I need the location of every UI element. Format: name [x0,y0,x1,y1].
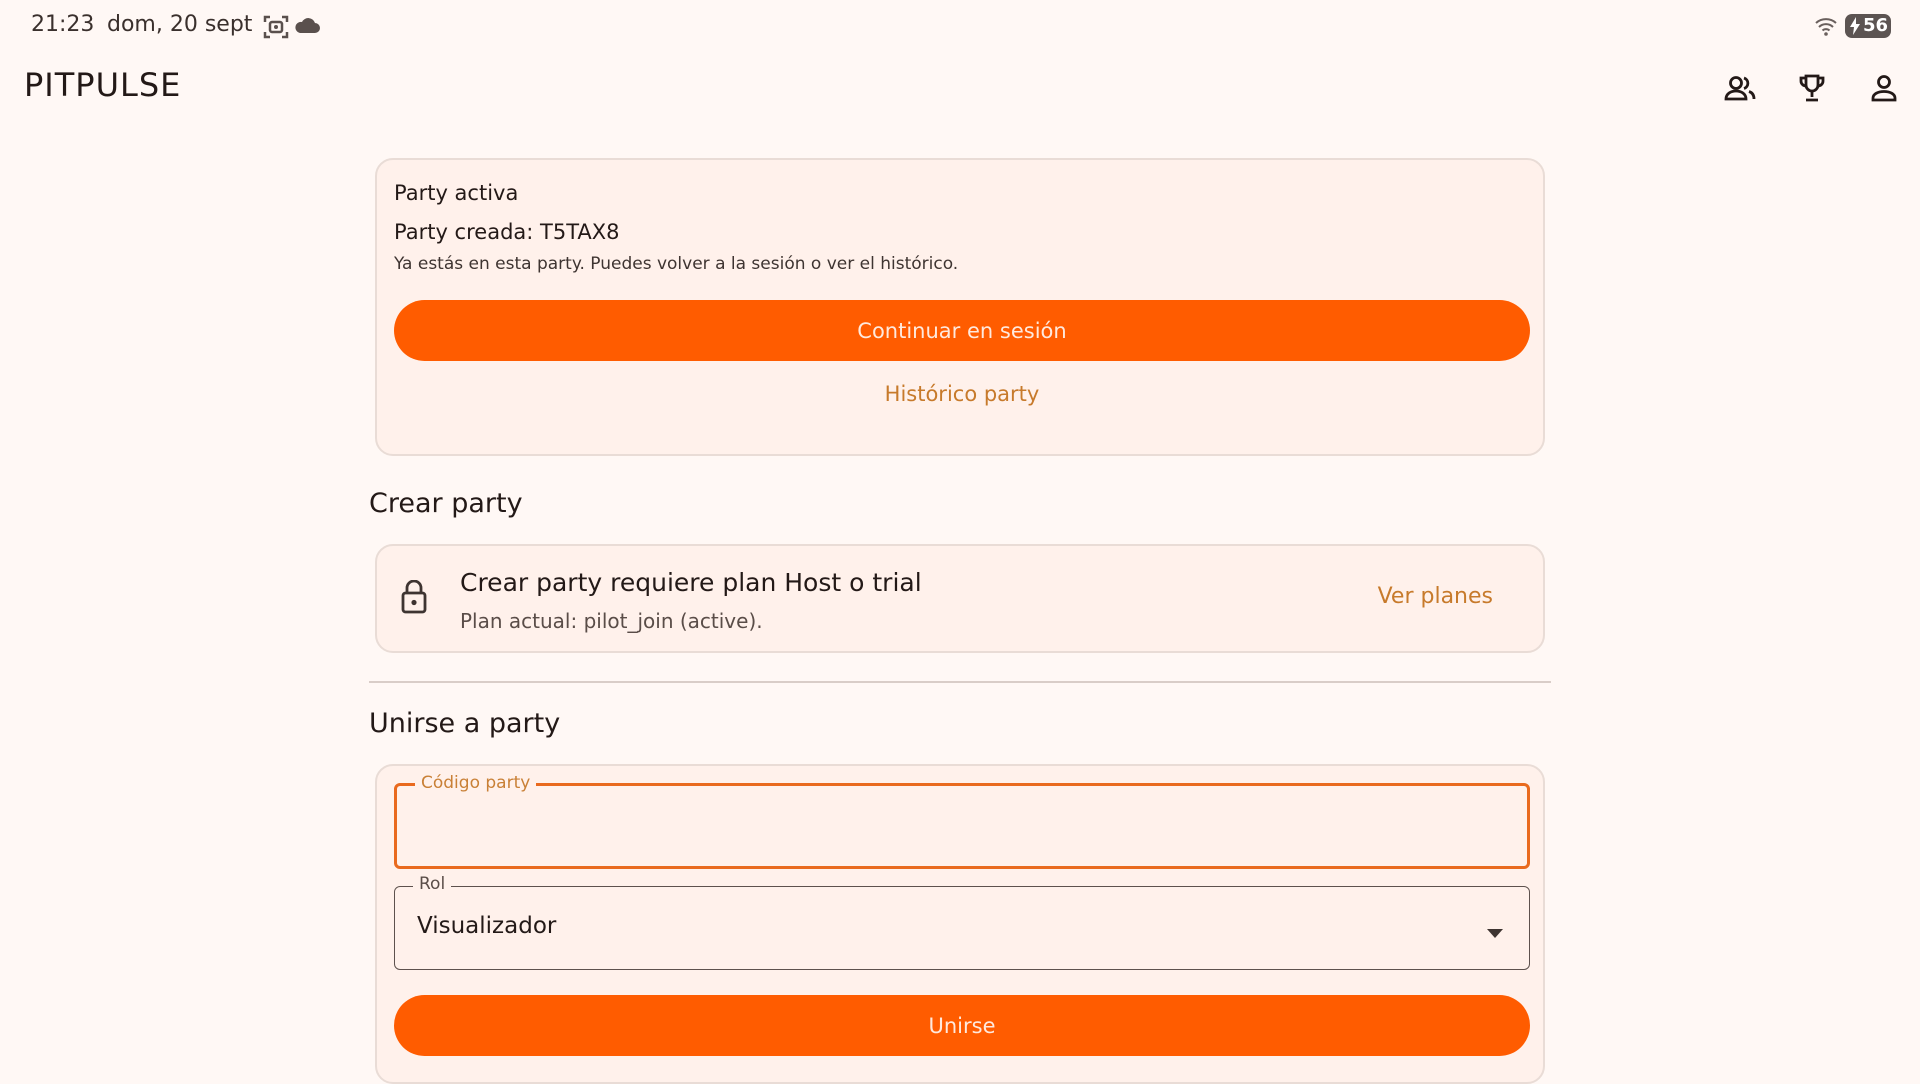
create-party-locked-card: Crear party requiere plan Host o trial P… [375,544,1545,653]
status-time: 21:23 [31,12,95,37]
party-code-field[interactable]: Código party [394,773,1530,869]
join-party-section-title: Unirse a party [369,708,561,739]
party-code-input[interactable] [417,808,1507,848]
trophy-icon[interactable] [1792,68,1832,108]
view-plans-button[interactable]: Ver planes [1378,584,1493,609]
role-selected-value: Visualizador [417,913,557,939]
join-party-card: Código party Rol Visualizador Unirse [375,764,1545,1084]
active-party-card: Party activa Party creada: T5TAX8 Ya est… [375,158,1545,456]
section-divider [369,681,1551,683]
party-history-button[interactable]: Histórico party [394,372,1530,416]
lock-icon [401,579,427,618]
cloud-icon [294,16,320,38]
group-icon[interactable] [1720,68,1760,108]
role-label: Rol [413,874,452,894]
role-select[interactable]: Rol Visualizador [394,874,1530,970]
status-date: dom, 20 sept [107,12,253,37]
locked-title: Crear party requiere plan Host o trial [460,568,922,597]
screenshot-icon [263,14,289,44]
wifi-icon [1814,16,1838,40]
dropdown-arrow-icon[interactable] [1487,923,1503,942]
person-icon[interactable] [1864,68,1904,108]
charging-bolt-icon [1849,17,1861,42]
party-code-label: Código party [415,773,537,793]
battery-icon: 56 [1845,14,1891,38]
continue-session-button[interactable]: Continuar en sesión [394,300,1530,361]
create-party-section-title: Crear party [369,488,523,519]
app-title: PITPULSE [24,66,182,104]
active-party-heading: Party activa [394,181,519,205]
battery-level: 56 [1863,15,1889,36]
join-button[interactable]: Unirse [394,995,1530,1056]
active-party-helper: Ya estás en esta party. Puedes volver a … [394,254,959,274]
current-plan-text: Plan actual: pilot_join (active). [460,609,763,633]
status-bar: 21:23 dom, 20 sept 56 [0,0,1920,52]
party-created-code: Party creada: T5TAX8 [394,220,620,244]
